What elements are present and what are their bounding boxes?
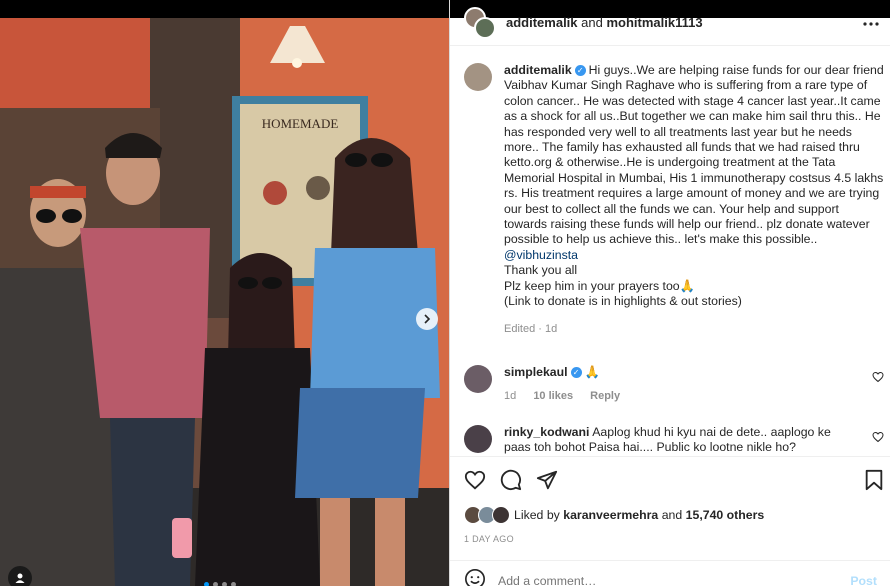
post-comment-button[interactable]: Post: [850, 574, 877, 586]
comment-likes[interactable]: 10 likes: [533, 390, 573, 402]
avatar[interactable]: [464, 63, 492, 91]
add-comment-bar: Post: [450, 560, 890, 586]
post-header: additemalik and mohitmalik1113: [450, 0, 890, 46]
caption-line: (Link to donate is in highlights & out s…: [504, 294, 742, 309]
tagged-users-button[interactable]: [8, 566, 32, 586]
comment-item: rinky_kodwani Aaplog khud hi kyu nai de …: [464, 425, 884, 455]
comment-input[interactable]: [498, 573, 798, 586]
collab-avatars[interactable]: [464, 6, 496, 39]
comment-username[interactable]: rinky_kodwani: [504, 425, 589, 439]
group-photo-image: HOMEMADE: [0, 18, 449, 586]
svg-text:HOMEMADE: HOMEMADE: [262, 116, 339, 131]
emoji-icon: [465, 569, 485, 586]
reply-button[interactable]: Reply: [590, 390, 620, 402]
comment-icon: [500, 469, 522, 491]
chevron-right-icon: [424, 314, 431, 324]
comments-section[interactable]: additemalik ✓ Hi guys..We are helping rais…: [450, 47, 890, 455]
comment-button[interactable]: [500, 469, 522, 494]
post-date[interactable]: 1 DAY AGO: [464, 534, 514, 544]
caption-body: Hi guys..We are helping raise funds for …: [504, 63, 884, 247]
avatar: [492, 506, 510, 524]
carousel-dots: [204, 582, 236, 586]
carousel-dot: [213, 582, 218, 586]
like-button[interactable]: [464, 469, 486, 494]
heart-icon: [872, 371, 884, 383]
comment-time: 1d: [504, 390, 517, 402]
more-options-button[interactable]: [863, 13, 879, 31]
user-icon: [15, 573, 25, 583]
caption-line: Plz keep him in your prayers too🙏: [504, 278, 695, 293]
emoji-button[interactable]: [464, 568, 486, 586]
avatar[interactable]: [464, 425, 492, 453]
carousel-dot: [204, 582, 209, 586]
post-photo[interactable]: HOMEMADE: [0, 18, 449, 586]
comment-like-button[interactable]: [872, 431, 884, 446]
post-side-panel: additemalik and mohitmalik1113 additemal…: [449, 0, 890, 586]
comment-body: 🙏: [584, 365, 600, 379]
verified-badge-icon: ✓: [570, 367, 582, 379]
next-photo-button[interactable]: [416, 308, 438, 330]
likes-joiner: and: [661, 508, 683, 522]
comment-text: rinky_kodwani Aaplog khud hi kyu nai de …: [504, 425, 854, 455]
carousel-dot: [222, 582, 227, 586]
share-button[interactable]: [536, 469, 558, 494]
caption-username[interactable]: additemalik: [504, 63, 572, 77]
bookmark-icon: [865, 469, 883, 491]
post-actions: [450, 456, 890, 504]
liker-avatars[interactable]: [464, 506, 514, 524]
caption-line: Thank you all: [504, 263, 578, 278]
comment-item: simplekaul ✓ 🙏 1d 10 likes Reply: [464, 365, 884, 402]
comment-username[interactable]: simplekaul: [504, 365, 568, 379]
liker-username[interactable]: karanveermehra: [563, 508, 658, 522]
mention-link[interactable]: @vibhuzinsta: [504, 248, 578, 262]
post-authors: additemalik and mohitmalik1113: [506, 15, 703, 30]
avatar[interactable]: [464, 365, 492, 393]
share-icon: [536, 470, 558, 490]
likes-summary: Liked by karanveermehra and 15,740 other…: [464, 506, 764, 524]
caption-meta: Edited · 1d: [504, 322, 558, 335]
comment-like-button[interactable]: [872, 371, 884, 386]
author-username[interactable]: mohitmalik1113: [606, 15, 702, 30]
more-icon: [863, 22, 879, 26]
caption: additemalik ✓ Hi guys..We are helping rais…: [464, 63, 884, 337]
carousel-dot: [231, 582, 236, 586]
authors-joiner: and: [581, 15, 603, 30]
save-button[interactable]: [864, 469, 884, 494]
heart-icon: [872, 431, 884, 443]
comment-text: simplekaul ✓ 🙏: [504, 365, 854, 380]
author-username[interactable]: additemalik: [506, 15, 578, 30]
caption-text: additemalik ✓ Hi guys..We are helping rais…: [504, 63, 884, 337]
likes-count[interactable]: 15,740 others: [686, 508, 765, 522]
heart-icon: [464, 470, 486, 490]
comment-meta: 1d 10 likes Reply: [504, 390, 884, 402]
verified-badge-icon: ✓: [574, 65, 586, 77]
avatar: [474, 16, 496, 39]
likes-prefix: Liked by: [514, 508, 560, 522]
